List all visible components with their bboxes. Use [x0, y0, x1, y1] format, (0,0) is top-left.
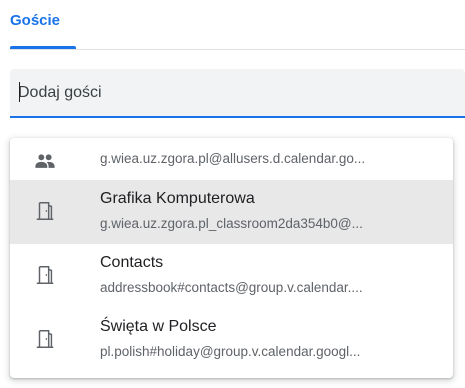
group-icon: [35, 154, 55, 168]
add-guests-field[interactable]: [10, 69, 465, 118]
tab-guests[interactable]: Goście: [10, 12, 60, 29]
suggestion-title: Contacts: [100, 254, 164, 271]
add-guests-input[interactable]: [10, 69, 465, 116]
guests-panel: Goście g.wiea.uz.zgora.pl@allusers.d.cal…: [0, 0, 465, 388]
room-door-icon: [36, 330, 54, 348]
tab-divider: [10, 49, 465, 50]
suggestion-email: addressbook#contacts@group.v.calendar...…: [100, 280, 363, 295]
text-cursor: [19, 82, 20, 102]
suggestion-title: Święta w Polsce: [100, 318, 217, 335]
suggestion-email: g.wiea.uz.zgora.pl_classroom2da354b0@...: [100, 216, 363, 231]
room-door-icon: [36, 202, 54, 220]
suggestion-item-highlighted[interactable]: Grafika Komputerowa g.wiea.uz.zgora.pl_c…: [10, 180, 453, 244]
suggestion-item[interactable]: g.wiea.uz.zgora.pl@allusers.d.calendar.g…: [10, 138, 453, 180]
suggestion-item[interactable]: Święta w Polsce pl.polish#holiday@group.…: [10, 308, 453, 372]
suggestion-email: g.wiea.uz.zgora.pl@allusers.d.calendar.g…: [100, 151, 366, 166]
guests-tab-bar: Goście: [0, 0, 465, 52]
suggestion-title: Grafika Komputerowa: [100, 190, 255, 207]
suggestion-item[interactable]: Contacts addressbook#contacts@group.v.ca…: [10, 244, 453, 308]
guest-suggestions-dropdown: g.wiea.uz.zgora.pl@allusers.d.calendar.g…: [10, 138, 453, 378]
suggestion-email: pl.polish#holiday@group.v.calendar.googl…: [100, 344, 361, 359]
room-door-icon: [36, 266, 54, 284]
